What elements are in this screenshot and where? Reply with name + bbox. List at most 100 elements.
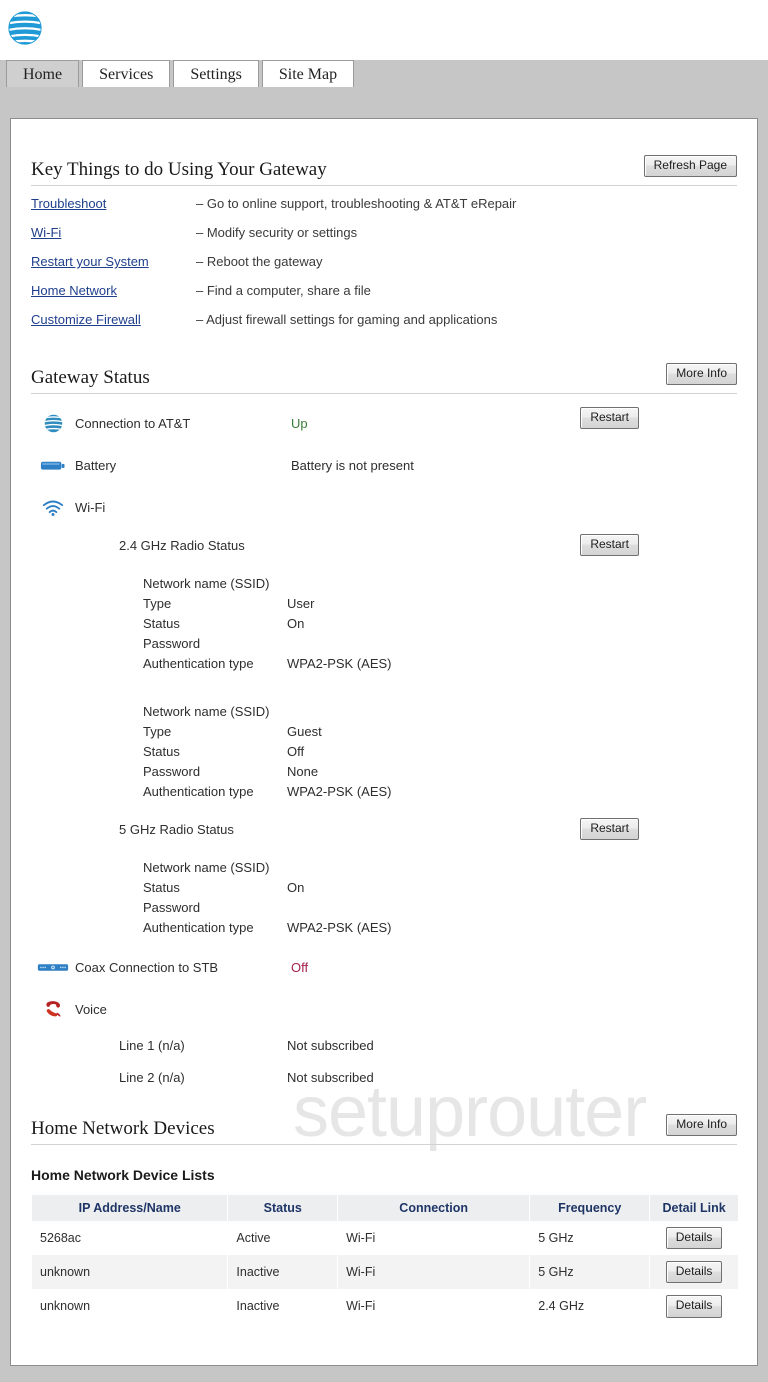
battery-icon xyxy=(31,459,75,472)
device-table: IP Address/Name Status Connection Freque… xyxy=(31,1195,739,1324)
restart-connection-button[interactable]: Restart xyxy=(580,407,639,430)
password-value: None xyxy=(287,764,319,779)
device-connection: Wi-Fi xyxy=(346,1231,376,1246)
desc-home-network: – Find a computer, share a file xyxy=(196,283,371,298)
key-things-row: Wi-Fi – Modify security or settings xyxy=(31,225,737,240)
status-row-battery: Battery Battery is not present xyxy=(31,452,737,478)
auth-value: WPA2-PSK (AES) xyxy=(287,784,392,799)
details-button[interactable]: Details xyxy=(665,1261,723,1284)
link-wifi[interactable]: Wi-Fi xyxy=(31,225,196,240)
column-status: Status xyxy=(228,1195,338,1221)
link-customize-firewall[interactable]: Customize Firewall xyxy=(31,312,196,327)
field-type: Type Guest xyxy=(143,724,737,744)
key-things-title: Key Things to do Using Your Gateway xyxy=(31,159,327,181)
field-ssid: Network name (SSID) xyxy=(143,576,737,596)
gateway-status-header: Gateway Status More Info xyxy=(31,363,737,394)
auth-label: Authentication type xyxy=(143,920,254,935)
link-troubleshoot[interactable]: Troubleshoot xyxy=(31,196,196,211)
radio-24-heading: 2.4 GHz Radio Status xyxy=(119,538,245,553)
status-label: Status xyxy=(143,616,180,631)
status-value: Off xyxy=(287,744,305,759)
link-home-network[interactable]: Home Network xyxy=(31,283,196,298)
voice-line-row: Line 1 (n/a) Not subscribed xyxy=(119,1038,737,1058)
status-label: Status xyxy=(143,744,180,759)
tab-settings[interactable]: Settings xyxy=(173,60,259,87)
auth-label: Authentication type xyxy=(143,784,254,799)
battery-label: Battery xyxy=(75,457,117,473)
field-ssid: Network name (SSID) xyxy=(143,704,737,724)
telephone-icon xyxy=(31,998,75,1020)
line1-label: Line 1 (n/a) xyxy=(119,1038,185,1053)
home-network-header: Home Network Devices More Info xyxy=(31,1114,737,1145)
desc-wifi: – Modify security or settings xyxy=(196,225,358,240)
device-frequency: 5 GHz xyxy=(530,1255,650,1290)
details-button[interactable]: Details xyxy=(665,1227,723,1250)
radio-5-network: Network name (SSID) Status On Password A… xyxy=(31,860,737,940)
password-label: Password xyxy=(143,636,201,651)
device-status: Active xyxy=(236,1231,271,1246)
content-panel: setuprouter Key Things to do Using Your … xyxy=(10,118,758,1366)
status-row-connection: Connection to AT&T Up Restart xyxy=(31,407,737,436)
device-status: Inactive xyxy=(228,1255,338,1290)
line2-value: Not subscribed xyxy=(287,1070,374,1085)
key-things-row: Troubleshoot – Go to online support, tro… xyxy=(31,196,737,211)
connection-value: Up xyxy=(291,415,308,431)
field-auth: Authentication type WPA2-PSK (AES) xyxy=(143,920,737,940)
device-frequency: 5 GHz xyxy=(538,1231,574,1246)
line1-value: Not subscribed xyxy=(287,1038,374,1053)
tab-services[interactable]: Services xyxy=(82,60,171,87)
restart-radio-5-button[interactable]: Restart xyxy=(580,818,639,841)
voice-line-row: Line 2 (n/a) Not subscribed xyxy=(119,1070,737,1090)
set-top-box-icon xyxy=(31,962,75,973)
att-globe-icon xyxy=(31,413,75,434)
device-list-subtitle: Home Network Device Lists xyxy=(31,1167,215,1183)
wifi-label: Wi-Fi xyxy=(75,499,106,515)
home-network-title: Home Network Devices xyxy=(31,1118,215,1140)
field-password: Password xyxy=(143,636,737,656)
field-status: Status Off xyxy=(143,744,737,764)
field-password: Password None xyxy=(143,764,737,784)
status-row-coax: Coax Connection to STB Off xyxy=(31,954,737,980)
status-value: On xyxy=(287,616,305,631)
refresh-page-button[interactable]: Refresh Page xyxy=(643,155,737,178)
auth-value: WPA2-PSK (AES) xyxy=(287,920,392,935)
coax-value: Off xyxy=(291,959,309,975)
device-name: unknown xyxy=(32,1255,228,1290)
main-tabs: Home Services Settings Site Map xyxy=(0,60,768,89)
coax-label: Coax Connection to STB xyxy=(75,959,219,975)
voice-lines: Line 1 (n/a) Not subscribed Line 2 (n/a)… xyxy=(31,1038,737,1090)
field-password: Password xyxy=(143,900,737,920)
tab-site-map[interactable]: Site Map xyxy=(261,60,355,87)
field-type: Type User xyxy=(143,596,737,616)
column-detail-link: Detail Link xyxy=(650,1195,738,1221)
device-name: 5268ac xyxy=(40,1231,82,1246)
tab-home[interactable]: Home xyxy=(6,60,80,87)
restart-radio-24-button[interactable]: Restart xyxy=(580,534,639,557)
desc-customize-firewall: – Adjust firewall settings for gaming an… xyxy=(196,312,498,327)
table-row: 5268ac Active Wi-Fi 5 GHz Details xyxy=(32,1221,738,1255)
details-button[interactable]: Details xyxy=(665,1295,723,1318)
device-connection: Wi-Fi xyxy=(338,1255,530,1290)
desc-restart-your-system: – Reboot the gateway xyxy=(196,254,323,269)
auth-value: WPA2-PSK (AES) xyxy=(287,656,392,671)
column-connection: Connection xyxy=(338,1195,530,1221)
table-header-row: IP Address/Name Status Connection Freque… xyxy=(32,1195,738,1221)
voice-label: Voice xyxy=(75,1001,107,1017)
table-row: unknown Inactive Wi-Fi 2.4 GHz Details xyxy=(32,1289,738,1323)
status-row-voice: Voice xyxy=(31,996,737,1022)
link-restart-your-system[interactable]: Restart your System xyxy=(31,254,196,269)
column-ip-address: IP Address/Name xyxy=(32,1195,228,1221)
type-value: User xyxy=(287,596,315,611)
status-label: Status xyxy=(143,880,180,895)
desc-troubleshoot: – Go to online support, troubleshooting … xyxy=(196,196,517,211)
home-network-more-info-button[interactable]: More Info xyxy=(666,1114,737,1137)
key-things-row: Customize Firewall – Adjust firewall set… xyxy=(31,312,737,327)
type-label: Type xyxy=(143,596,172,611)
table-row: unknown Inactive Wi-Fi 5 GHz Details xyxy=(32,1255,738,1290)
type-label: Type xyxy=(143,724,172,739)
device-status: Inactive xyxy=(236,1299,280,1314)
gateway-more-info-button[interactable]: More Info xyxy=(666,363,737,386)
password-label: Password xyxy=(143,900,201,915)
device-detail-cell: Details xyxy=(650,1221,738,1255)
